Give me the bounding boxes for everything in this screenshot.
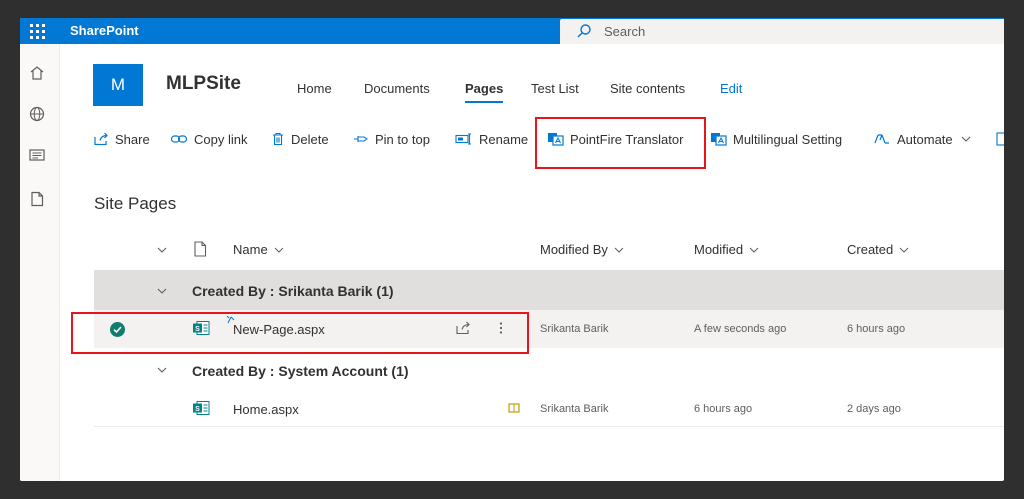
news-icon[interactable] — [28, 146, 46, 164]
delete-button[interactable]: Delete — [271, 131, 329, 147]
highlight-pointfire — [535, 117, 706, 169]
highlight-selected-row — [71, 312, 529, 354]
group-collapse-chevron-icon[interactable] — [155, 365, 169, 375]
cell-created: 6 hours ago — [847, 323, 906, 335]
cell-modified: A few seconds ago — [694, 323, 787, 335]
cell-modified-by[interactable]: Srikanta Barik — [540, 323, 608, 335]
app-launcher-icon[interactable] — [20, 18, 54, 44]
automate-icon — [874, 134, 889, 144]
chevron-down-icon — [749, 247, 759, 253]
overflow-icon[interactable] — [996, 132, 1004, 146]
group-collapse-chevron-icon[interactable] — [155, 286, 169, 296]
rename-button[interactable]: Rename — [455, 131, 528, 147]
column-modified-label: Modified — [694, 242, 744, 257]
site-title[interactable]: MLPSite — [166, 73, 241, 95]
group-label: Created By : Srikanta Barik (1) — [192, 283, 394, 299]
document-icon[interactable] — [28, 190, 46, 208]
pin-to-top-button[interactable]: Pin to top — [353, 131, 430, 147]
multilingual-icon — [711, 133, 727, 146]
nav-site-contents[interactable]: Site contents — [610, 81, 685, 96]
nav-home[interactable]: Home — [297, 81, 332, 96]
multilingual-setting-button[interactable]: Multilingual Setting — [710, 131, 842, 147]
globe-icon[interactable] — [28, 105, 46, 123]
share-button[interactable]: Share — [93, 131, 150, 147]
search-icon — [577, 24, 591, 38]
nav-test-list[interactable]: Test List — [531, 81, 579, 96]
column-modified-by-label: Modified By — [540, 242, 608, 257]
chevron-down-icon — [274, 247, 284, 253]
chevron-down-icon — [614, 247, 624, 253]
nav-documents[interactable]: Documents — [364, 81, 430, 96]
site-logo[interactable]: M — [93, 64, 143, 106]
row-divider — [94, 426, 1004, 427]
list-heading: Site Pages — [94, 194, 177, 213]
column-created[interactable]: Created — [847, 242, 910, 257]
nav-edit[interactable]: Edit — [720, 81, 742, 96]
chevron-down-icon — [899, 247, 909, 253]
pin-to-top-label: Pin to top — [375, 131, 430, 147]
column-name-label: Name — [233, 242, 268, 257]
cell-modified: 6 hours ago — [694, 403, 753, 415]
automate-button[interactable]: Automate — [873, 131, 979, 147]
copy-link-label: Copy link — [194, 131, 248, 147]
column-modified[interactable]: Modified — [694, 242, 760, 257]
left-rail — [20, 44, 60, 481]
homepage-badge-icon — [508, 403, 520, 413]
sitepage-icon: S — [193, 401, 210, 415]
trash-icon — [273, 132, 283, 146]
share-label: Share — [115, 131, 150, 147]
file-name-link[interactable]: Home.aspx — [233, 402, 299, 417]
column-created-label: Created — [847, 242, 894, 257]
rename-icon — [455, 133, 471, 145]
multilingual-setting-label: Multilingual Setting — [733, 131, 843, 147]
chevron-down-icon — [961, 136, 971, 142]
rename-label: Rename — [479, 131, 529, 147]
group-label: Created By : System Account (1) — [192, 363, 409, 379]
home-icon[interactable] — [28, 64, 46, 82]
expand-all-chevron-icon[interactable] — [155, 245, 169, 255]
brand-title[interactable]: SharePoint — [70, 22, 139, 40]
column-modified-by[interactable]: Modified By — [540, 242, 625, 257]
copy-link-button[interactable]: Copy link — [170, 131, 247, 147]
cell-modified-by[interactable]: Srikanta Barik — [540, 403, 608, 415]
file-type-icon[interactable] — [193, 241, 207, 257]
suite-bar: SharePoint Search — [20, 18, 1004, 44]
column-name[interactable]: Name — [233, 242, 285, 257]
cell-created: 2 days ago — [847, 403, 901, 415]
link-icon — [170, 135, 188, 143]
share-icon — [94, 132, 108, 146]
sharepoint-window: SharePoint Search M MLPSite Home Documen… — [20, 18, 1004, 481]
search-placeholder: Search — [604, 24, 646, 39]
nav-pages[interactable]: Pages — [465, 81, 504, 103]
search-box[interactable]: Search — [560, 19, 1004, 44]
delete-label: Delete — [291, 131, 329, 147]
pin-icon — [354, 136, 368, 142]
svg-text:S: S — [195, 406, 200, 413]
automate-label: Automate — [897, 131, 953, 147]
